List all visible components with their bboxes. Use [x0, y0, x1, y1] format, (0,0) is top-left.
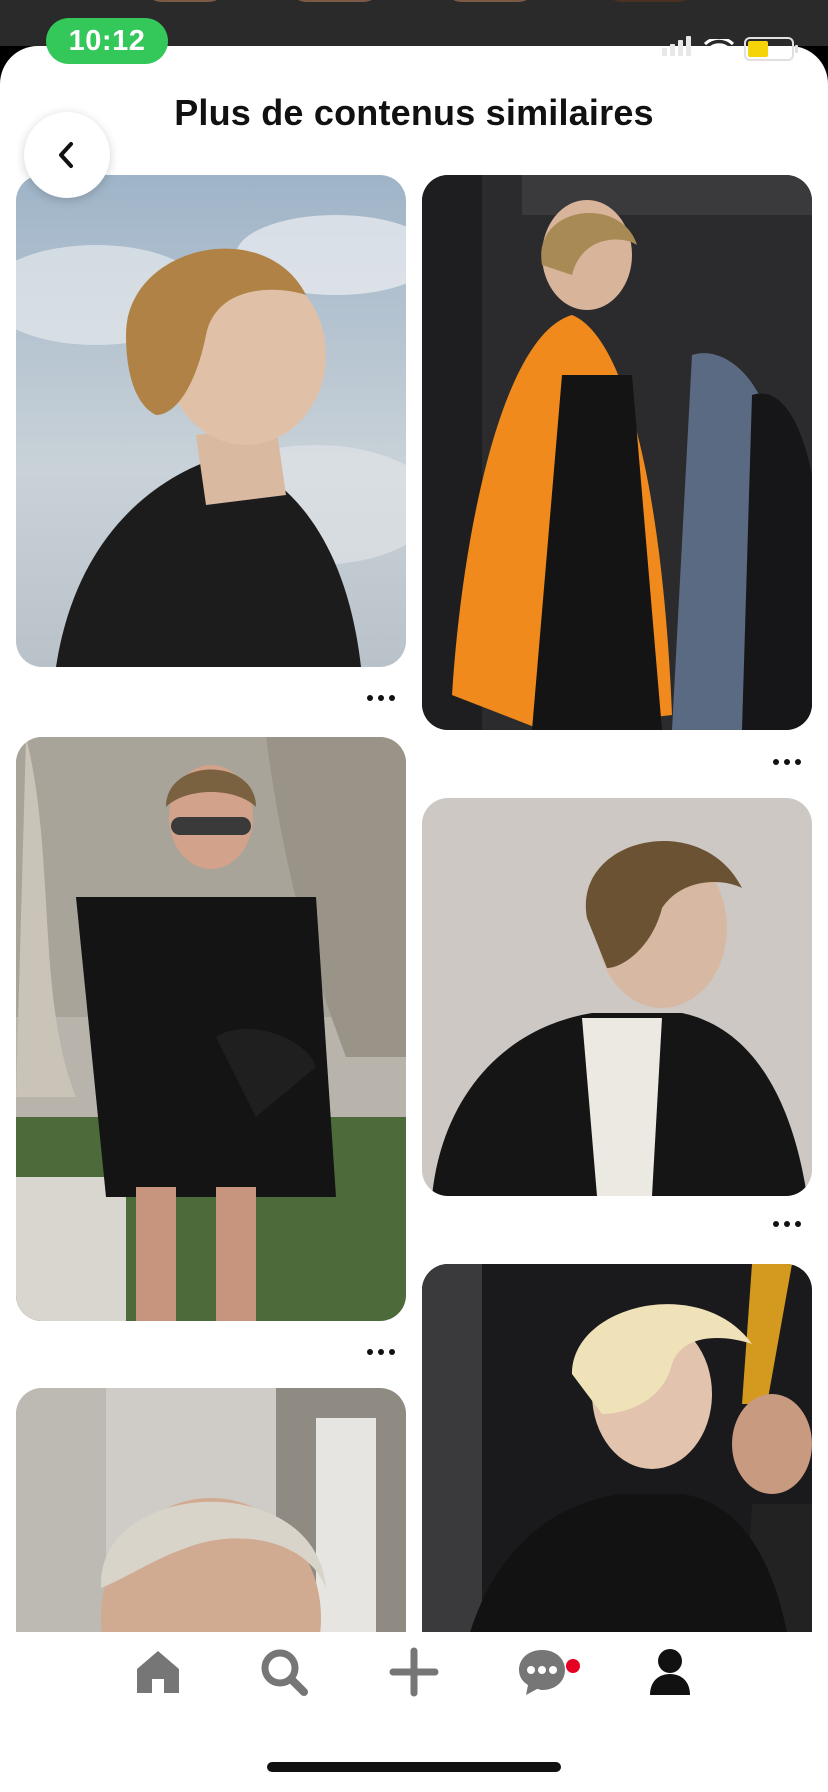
battery-icon	[744, 37, 798, 61]
previous-thumb	[145, 0, 225, 2]
nav-profile[interactable]	[640, 1642, 700, 1702]
pin-image[interactable]	[16, 737, 406, 1321]
nav-home[interactable]	[128, 1642, 188, 1702]
search-icon	[261, 1649, 308, 1696]
wifi-icon	[704, 39, 734, 59]
more-options-button[interactable]	[773, 755, 803, 769]
pin-image[interactable]	[16, 175, 406, 667]
signal-icon	[662, 36, 694, 61]
nav-messages[interactable]	[512, 1642, 572, 1702]
previous-thumb	[445, 0, 535, 2]
profile-icon	[650, 1649, 690, 1695]
messages-icon	[519, 1650, 565, 1695]
nav-search[interactable]	[254, 1642, 314, 1702]
more-options-button[interactable]	[773, 1217, 803, 1231]
home-indicator[interactable]	[267, 1762, 561, 1772]
more-options-button[interactable]	[367, 1345, 397, 1359]
similar-content-sheet: Plus de contenus similaires	[0, 46, 828, 1792]
status-icons	[662, 36, 798, 61]
chevron-left-icon	[59, 142, 73, 168]
back-button[interactable]	[24, 112, 110, 198]
notification-dot	[566, 1659, 580, 1673]
previous-thumb	[605, 0, 695, 2]
more-options-button[interactable]	[367, 691, 397, 705]
pin-image[interactable]	[422, 175, 812, 730]
pin-image[interactable]	[422, 798, 812, 1196]
plus-icon	[389, 1647, 439, 1697]
pin-image[interactable]	[16, 1388, 406, 1664]
page-title: Plus de contenus similaires	[174, 92, 654, 133]
pin-image[interactable]	[422, 1264, 812, 1664]
nav-create[interactable]	[384, 1642, 444, 1702]
home-icon	[137, 1651, 179, 1693]
previous-thumb	[290, 0, 380, 2]
status-time: 10:12	[46, 18, 168, 64]
